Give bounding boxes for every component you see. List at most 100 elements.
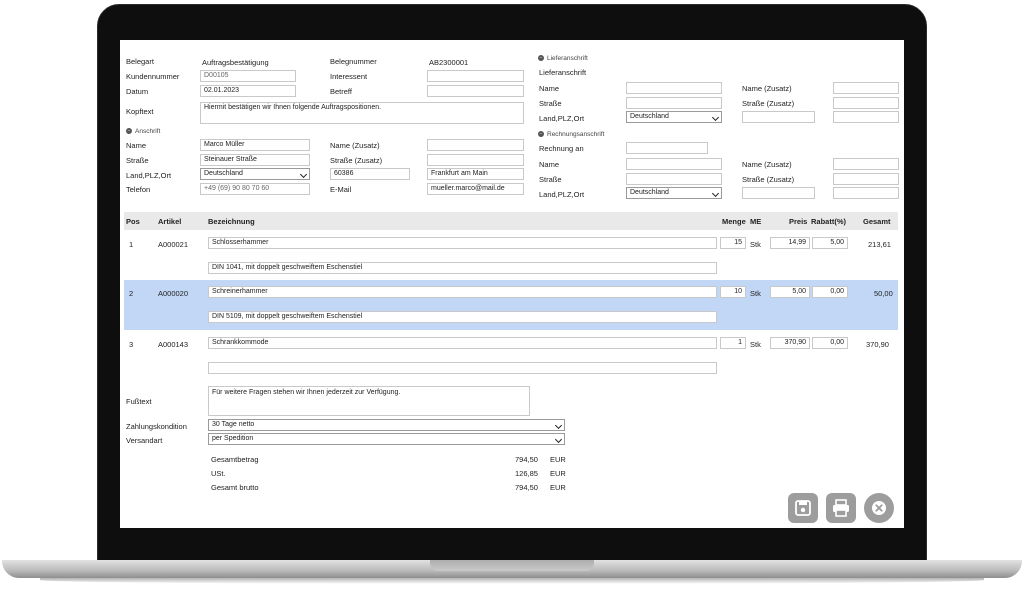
anschrift-section[interactable]: − Anschrift xyxy=(126,128,160,135)
rechnung-name-zusatz-field[interactable] xyxy=(833,158,899,170)
telefon-label: Telefon xyxy=(126,185,151,194)
fusstext-label: Fußtext xyxy=(126,397,152,406)
versandart-value: per Spedition xyxy=(212,435,254,442)
save-button[interactable] xyxy=(788,493,818,523)
rechnung-name-label: Name xyxy=(539,160,560,169)
col-artikel: Artikel xyxy=(158,217,182,226)
liefer-strasse-zusatz-label: Straße (Zusatz) xyxy=(742,99,795,108)
liefer-land-label: Land,PLZ,Ort xyxy=(539,114,585,123)
liefer-strasse-zusatz-field[interactable] xyxy=(833,97,899,109)
close-button[interactable] xyxy=(864,493,894,523)
belegart-value: Auftragsbestätigung xyxy=(202,58,269,67)
interessent-label: Interessent xyxy=(330,72,368,81)
lieferanschrift-section[interactable]: − Lieferanschrift xyxy=(538,55,588,62)
liefer-plz-field[interactable] xyxy=(742,111,815,123)
row-rabatt-field[interactable]: 0,00 xyxy=(812,286,848,298)
name-field[interactable]: Marco Müller xyxy=(200,139,310,151)
rechnung-strasse-label: Straße xyxy=(539,175,562,184)
print-icon xyxy=(833,499,849,517)
ort-field[interactable]: Frankfurt am Main xyxy=(427,168,524,180)
col-menge: Menge xyxy=(722,217,746,226)
row-beschreibung-field[interactable] xyxy=(208,362,717,374)
col-bezeichnung: Bezeichnung xyxy=(208,217,255,226)
row-bezeichnung-field[interactable]: Schreinerhammer xyxy=(208,286,717,298)
row-rabatt-field[interactable]: 0,00 xyxy=(812,337,848,349)
lieferanschrift-section-label: Lieferanschrift xyxy=(547,55,588,62)
land-select[interactable]: Deutschland xyxy=(200,168,310,180)
strasse-zusatz-field[interactable] xyxy=(427,154,524,166)
row-menge-field[interactable]: 15 xyxy=(720,237,746,249)
row-beschreibung-field[interactable]: DIN 5109, mit doppelt geschweiftem Esche… xyxy=(208,311,717,323)
name-zusatz-field[interactable] xyxy=(427,139,524,151)
datum-label: Datum xyxy=(126,87,149,96)
chevron-down-icon xyxy=(711,113,720,122)
zahlungskondition-label: Zahlungskondition xyxy=(126,422,187,431)
rechnung-strasse-field[interactable] xyxy=(626,173,722,185)
rechnung-name-field[interactable] xyxy=(626,158,722,170)
liefer-land-select[interactable]: Deutschland xyxy=(626,111,722,123)
rechnung-ort-field[interactable] xyxy=(833,187,899,199)
liefer-ort-field[interactable] xyxy=(833,111,899,123)
strasse-field[interactable]: Steinauer Straße xyxy=(200,154,310,166)
ust-label: USt. xyxy=(211,469,226,478)
row-menge-field[interactable]: 1 xyxy=(720,337,746,349)
rechnungsanschrift-section-label: Rechnungsanschrift xyxy=(547,131,605,138)
row-gesamt: 213,61 xyxy=(868,240,891,249)
fusstext-field[interactable]: Für weitere Fragen stehen wir Ihnen jede… xyxy=(208,386,530,416)
collapse-icon: − xyxy=(538,55,544,62)
col-me: ME xyxy=(750,217,762,226)
chevron-down-icon xyxy=(554,435,563,444)
rechnungsanschrift-section[interactable]: − Rechnungsanschrift xyxy=(538,131,604,138)
row-pos: 1 xyxy=(129,240,134,249)
zahlungskondition-select[interactable]: 30 Tage netto xyxy=(208,419,565,431)
land-plz-ort-label: Land,PLZ,Ort xyxy=(126,171,172,180)
kopftext-field[interactable]: Hiermit bestätigen wir Ihnen folgende Au… xyxy=(200,102,524,124)
rechnung-land-value: Deutschland xyxy=(630,189,669,196)
telefon-field[interactable]: +49 (69) 90 80 70 60 xyxy=(200,183,310,195)
belegnummer-value: AB2300001 xyxy=(429,58,469,67)
gesamtbetrag-label: Gesamtbetrag xyxy=(211,455,259,464)
chevron-down-icon xyxy=(554,421,563,430)
datum-field[interactable]: 02.01.2023 xyxy=(200,85,296,97)
row-preis-field[interactable]: 5,00 xyxy=(770,286,810,298)
row-preis-field[interactable]: 14,99 xyxy=(770,237,810,249)
land-select-value: Deutschland xyxy=(204,170,243,177)
print-button[interactable] xyxy=(826,493,856,523)
rechnung-strasse-zusatz-field[interactable] xyxy=(833,173,899,185)
row-bezeichnung-field[interactable]: Schlosserhammer xyxy=(208,237,717,249)
rechnung-strasse-zusatz-label: Straße (Zusatz) xyxy=(742,175,795,184)
kundennummer-field[interactable]: D00105 xyxy=(200,70,296,82)
row-me: Stk xyxy=(750,340,761,349)
versandart-select[interactable]: per Spedition xyxy=(208,433,565,445)
name-label: Name xyxy=(126,141,147,150)
save-icon xyxy=(795,500,811,516)
ust-value: 126,85 xyxy=(515,469,538,478)
ust-currency: EUR xyxy=(550,469,566,478)
interessent-field[interactable] xyxy=(427,70,524,82)
rechnung-land-label: Land,PLZ,Ort xyxy=(539,190,585,199)
row-artikel: A000143 xyxy=(158,340,189,349)
liefer-strasse-field[interactable] xyxy=(626,97,722,109)
betreff-field[interactable] xyxy=(427,85,524,97)
row-bezeichnung-field[interactable]: Schrankkommode xyxy=(208,337,717,349)
row-preis-field[interactable]: 370,90 xyxy=(770,337,810,349)
plz-field[interactable]: 60386 xyxy=(330,168,410,180)
row-menge-field[interactable]: 10 xyxy=(720,286,746,298)
lieferanschrift-title: Lieferanschrift xyxy=(539,68,587,77)
col-gesamt: Gesamt xyxy=(863,217,891,226)
rechnung-plz-field[interactable] xyxy=(742,187,815,199)
liefer-name-zusatz-field[interactable] xyxy=(833,82,899,94)
gesamtbetrag-value: 794,50 xyxy=(515,455,538,464)
gesamt-brutto-currency: EUR xyxy=(550,483,566,492)
rechnung-an-field[interactable] xyxy=(626,142,708,154)
zahlungskondition-value: 30 Tage netto xyxy=(212,421,255,428)
name-zusatz-label: Name (Zusatz) xyxy=(330,141,380,150)
liefer-name-field[interactable] xyxy=(626,82,722,94)
col-rabatt: Rabatt(%) xyxy=(811,217,846,226)
rechnung-land-select[interactable]: Deutschland xyxy=(626,187,722,199)
email-field[interactable]: mueller.marco@mail.de xyxy=(427,183,524,195)
email-label: E-Mail xyxy=(330,185,352,194)
row-beschreibung-field[interactable]: DIN 1041, mit doppelt geschweiftem Esche… xyxy=(208,262,717,274)
row-rabatt-field[interactable]: 5,00 xyxy=(812,237,848,249)
row-artikel: A000021 xyxy=(158,240,189,249)
